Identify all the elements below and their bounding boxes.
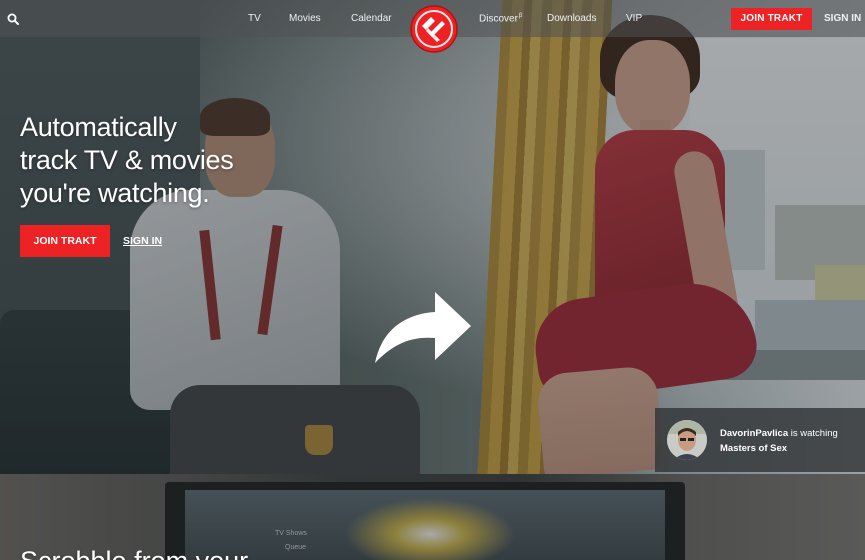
nav-beta-badge: β xyxy=(518,13,523,19)
avatar[interactable] xyxy=(667,420,707,460)
hero-headline-line: track TV & movies xyxy=(20,145,234,175)
hero-headline: Automatically track TV & movies you're w… xyxy=(20,111,340,210)
hero-signin-link[interactable]: SIGN IN xyxy=(123,235,162,247)
hero-section: Automatically track TV & movies you're w… xyxy=(0,0,865,474)
nav-link-downloads[interactable]: Downloads xyxy=(547,13,596,24)
nav-signin-link[interactable]: SIGN IN xyxy=(824,13,861,24)
curved-arrow-icon xyxy=(375,292,471,363)
hero-join-button[interactable]: JOIN TRAKT xyxy=(20,225,110,257)
nav-link-discover[interactable]: Discoverβ xyxy=(479,13,522,24)
nav-link-calendar[interactable]: Calendar xyxy=(351,13,392,24)
search-icon[interactable] xyxy=(7,13,19,25)
now-watching-action: is watching xyxy=(790,428,838,439)
hero-headline-line: you're watching. xyxy=(20,178,210,208)
now-watching-card[interactable]: DavorinPavlica is watching Masters of Se… xyxy=(655,408,865,472)
top-navbar: TV Movies Calendar Discoverβ Downloads V… xyxy=(0,0,865,53)
nav-link-tv[interactable]: TV xyxy=(248,13,261,24)
trakt-logo-icon[interactable] xyxy=(409,4,459,54)
nav-link-discover-label: Discover xyxy=(479,13,518,25)
now-watching-username[interactable]: DavorinPavlica xyxy=(720,428,788,439)
now-watching-user-line: DavorinPavlica is watching xyxy=(720,428,838,439)
nav-link-movies[interactable]: Movies xyxy=(289,13,321,24)
avatar-image xyxy=(667,420,707,460)
hero-headline-line: Automatically xyxy=(20,112,177,142)
nav-join-button[interactable]: JOIN TRAKT xyxy=(731,8,812,30)
now-watching-title[interactable]: Masters of Sex xyxy=(720,443,787,454)
nav-link-vip[interactable]: VIP xyxy=(626,13,642,24)
scrobble-section: TV Shows Queue Scrobble from your xyxy=(0,474,865,560)
scrobble-headline: Scrobble from your xyxy=(20,546,248,560)
